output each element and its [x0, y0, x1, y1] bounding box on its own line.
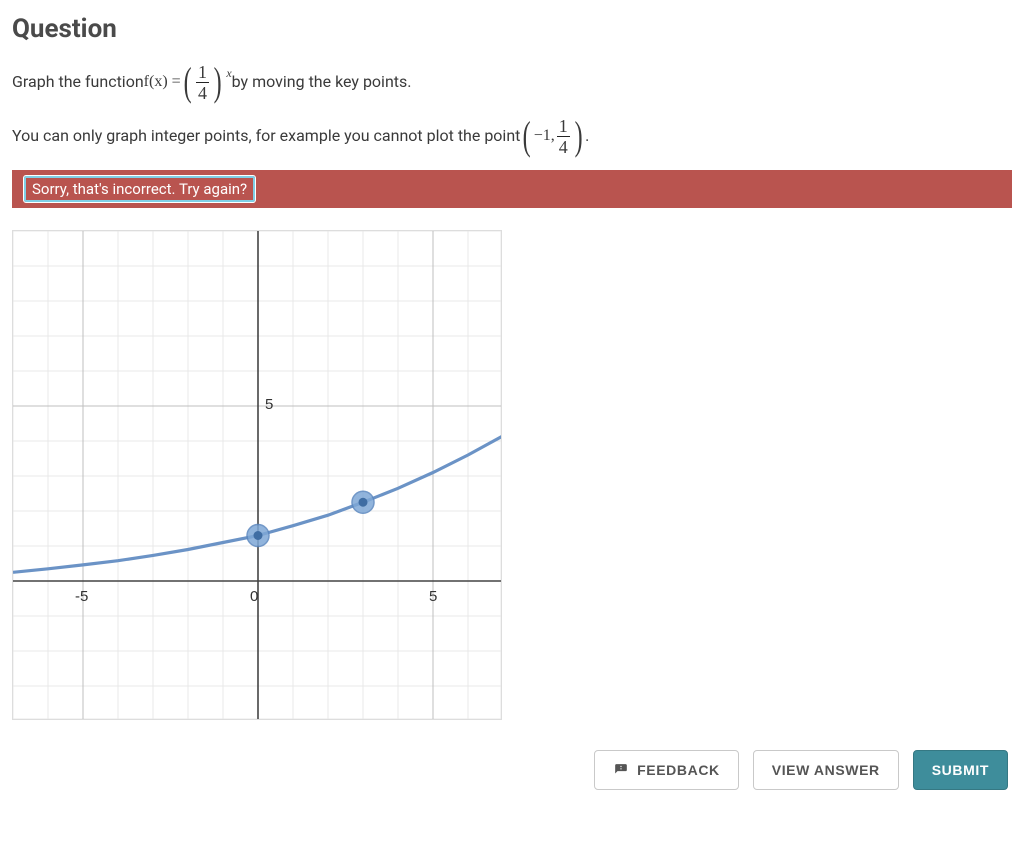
- draggable-point-center[interactable]: [359, 498, 368, 507]
- graph-svg[interactable]: 5 -5 0 5: [13, 231, 501, 719]
- prompt-line-2: You can only graph integer points, for e…: [12, 116, 1012, 156]
- feedback-icon: [613, 763, 629, 777]
- feedback-text: Sorry, that's incorrect. Try again?: [24, 176, 255, 202]
- view-answer-label: VIEW ANSWER: [772, 762, 880, 778]
- prompt-line-1: Graph the function f(x) = ( 1 4 ) x by m…: [12, 62, 1012, 102]
- point-frac-den: 4: [557, 136, 570, 156]
- point-fraction: 1 4: [557, 117, 570, 156]
- point-x: −1,: [534, 123, 555, 149]
- feedback-button[interactable]: FEEDBACK: [594, 750, 739, 790]
- function-curve[interactable]: [13, 436, 501, 573]
- axis-labels: 5 -5 0 5: [75, 396, 437, 605]
- fraction-expression: ( 1 4 ): [181, 62, 225, 102]
- feedback-button-label: FEEDBACK: [637, 762, 720, 778]
- close-paren: ): [214, 62, 222, 102]
- button-row: FEEDBACK VIEW ANSWER SUBMIT: [12, 750, 1012, 790]
- fraction-1-4: 1 4: [196, 63, 209, 102]
- submit-button[interactable]: SUBMIT: [913, 750, 1008, 790]
- draggable-point-center[interactable]: [254, 531, 263, 540]
- x-tick-5: 5: [429, 588, 437, 605]
- open-paren-2: (: [523, 116, 531, 156]
- prompt-text-2: by moving the key points.: [232, 69, 412, 95]
- y-tick-5: 5: [265, 396, 273, 413]
- point-expression: ( −1, 1 4 ): [520, 116, 585, 156]
- close-paren-2: ): [574, 116, 582, 156]
- submit-label: SUBMIT: [932, 762, 989, 778]
- prompt-text-1: Graph the function: [12, 69, 144, 95]
- x-tick-0: 0: [250, 588, 258, 605]
- page-title: Question: [12, 14, 1012, 44]
- view-answer-button[interactable]: VIEW ANSWER: [753, 750, 899, 790]
- graph-canvas[interactable]: 5 -5 0 5: [12, 230, 502, 720]
- prompt-text-3: You can only graph integer points, for e…: [12, 123, 520, 149]
- open-paren: (: [183, 62, 191, 102]
- function-lhs: f(x) =: [144, 69, 181, 95]
- prompt-period: .: [585, 123, 589, 149]
- point-frac-num: 1: [557, 117, 570, 136]
- fraction-denominator: 4: [196, 82, 209, 102]
- question-body: Graph the function f(x) = ( 1 4 ) x by m…: [12, 62, 1012, 156]
- fraction-numerator: 1: [196, 63, 209, 82]
- feedback-banner: Sorry, that's incorrect. Try again?: [12, 170, 1012, 208]
- x-tick-neg5: -5: [75, 588, 88, 605]
